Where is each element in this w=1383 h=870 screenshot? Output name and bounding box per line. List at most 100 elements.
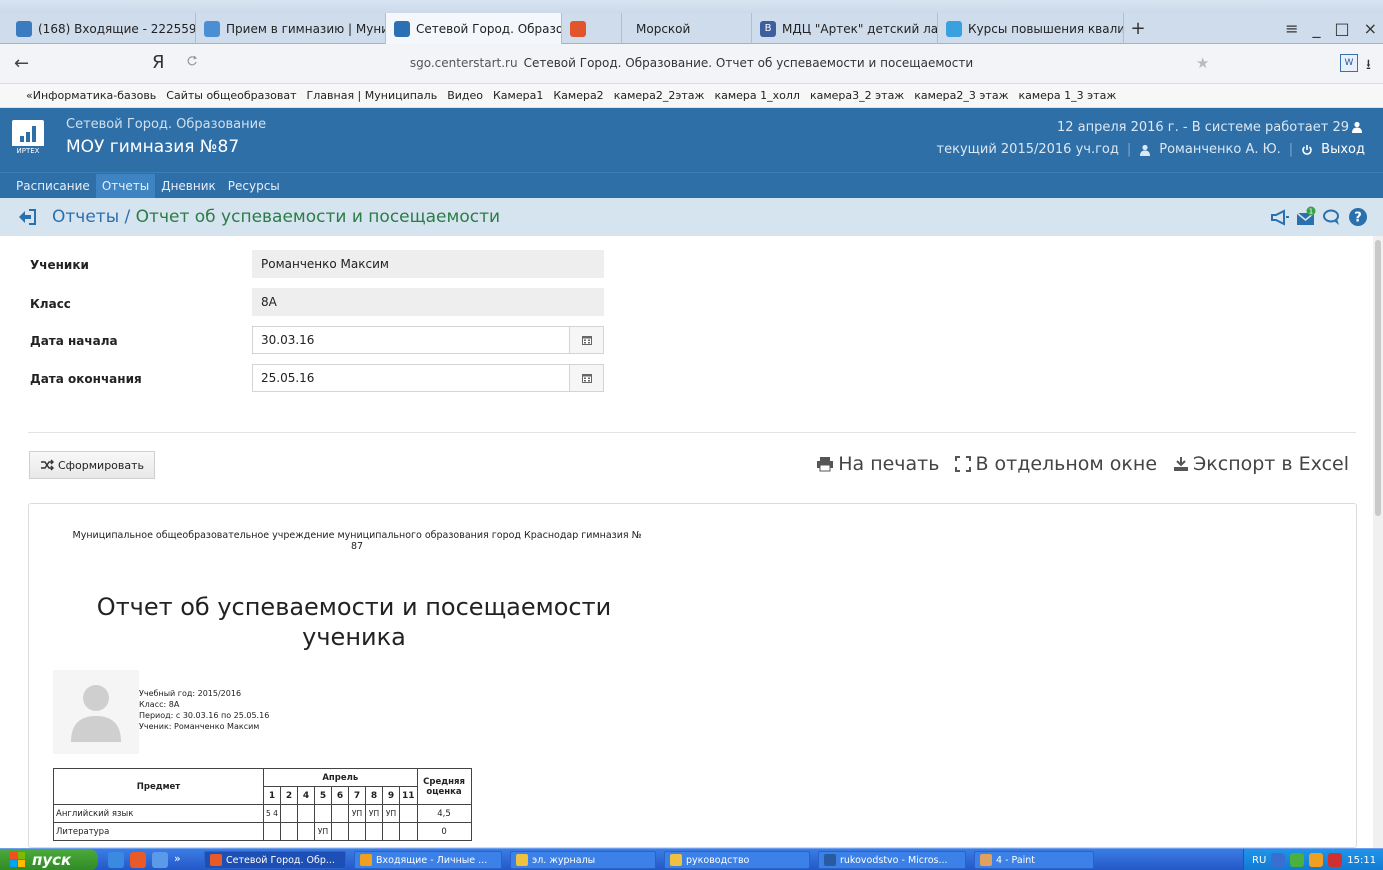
browser-tab-4[interactable]: Морской [622, 13, 752, 44]
end-date-label: Дата окончания [30, 372, 142, 386]
online-users-icon[interactable] [1351, 121, 1363, 133]
taskbar-item-2[interactable]: эл. журналы [510, 851, 656, 869]
print-link[interactable]: На печать [816, 453, 939, 475]
irtech-logo[interactable]: ИРТЕХ [12, 120, 44, 156]
tray-network-icon[interactable] [1290, 853, 1305, 867]
breadcrumb-parent[interactable]: Отчеты [52, 207, 119, 227]
day-header: 8 [365, 786, 383, 805]
url-field[interactable]: sgo.centerstart.ru Сетевой Город. Образов… [0, 56, 1383, 70]
logo-label: ИРТЕХ [12, 146, 44, 156]
language-indicator[interactable]: RU [1252, 855, 1266, 866]
browser-tab-2[interactable]: Сетевой Город. Образо× [386, 13, 562, 44]
grade-cell [263, 822, 281, 841]
back-arrow-icon[interactable] [16, 207, 38, 227]
scrollbar-thumb[interactable] [1375, 240, 1381, 516]
students-label: Ученики [30, 258, 89, 272]
table-row: Литература УП 0 [53, 822, 472, 841]
start-calendar-button[interactable] [569, 327, 603, 353]
day-header: 11 [399, 786, 418, 805]
taskbar-app-icon [980, 854, 992, 866]
breadcrumb-current: Отчет об успеваемости и посещаемости [135, 207, 501, 227]
form-divider [28, 432, 1356, 433]
school-year[interactable]: текущий 2015/2016 уч.год [937, 142, 1119, 157]
bookmark-item[interactable]: Видео [447, 89, 483, 102]
export-icon [1174, 457, 1189, 471]
grade-cell: УП [348, 804, 366, 823]
menu-icon[interactable]: ≡ [1285, 19, 1298, 38]
mail-icon[interactable]: 1 [1295, 206, 1317, 228]
browser-tab-0[interactable]: (168) Входящие - 2225598 [8, 13, 196, 44]
taskbar-item-1[interactable]: Входящие - Личные ... [354, 851, 502, 869]
grade-cell [348, 822, 366, 841]
nav-item-3[interactable]: Ресурсы [222, 174, 286, 198]
end-date-field[interactable]: 25.05.16 [252, 364, 604, 392]
start-button[interactable]: пуск [0, 849, 98, 870]
tab-favicon-icon [16, 20, 32, 37]
minimize-button[interactable]: _ [1312, 19, 1320, 38]
start-date-field[interactable]: 30.03.16 [252, 326, 604, 354]
bookmark-item[interactable]: «Информатика-базовь [26, 89, 156, 102]
bookmark-item[interactable]: Камера1 [493, 89, 543, 102]
word-extension-icon[interactable]: W [1340, 54, 1358, 72]
browser-tab-6[interactable]: Курсы повышения квалифи [938, 13, 1124, 44]
day-header: 2 [280, 786, 298, 805]
end-calendar-button[interactable] [569, 365, 603, 391]
excel-export-link[interactable]: Экспорт в Excel [1173, 453, 1349, 475]
nav-item-1[interactable]: Отчеты [95, 173, 156, 198]
bookmark-item[interactable]: камера3_2 этаж [810, 89, 904, 102]
taskbar-app-icon [516, 854, 528, 866]
quick-launch-more[interactable]: » [174, 852, 181, 868]
breadcrumb-bar: Отчеты / Отчет об успеваемости и посещае… [0, 198, 1383, 236]
subject-header: Предмет [53, 768, 264, 805]
nav-item-2[interactable]: Дневник [155, 174, 222, 198]
class-field[interactable]: 8А [252, 288, 604, 316]
taskbar-item-3[interactable]: руководство [664, 851, 810, 869]
bookmark-item[interactable]: камера2_3 этаж [914, 89, 1008, 102]
bookmark-item[interactable]: камера 1_3 этаж [1018, 89, 1116, 102]
open-window-link[interactable]: В отдельном окне [955, 453, 1157, 475]
grade-cell [297, 804, 315, 823]
page-scrollbar[interactable] [1373, 236, 1383, 848]
download-icon[interactable]: ⭳ [1366, 54, 1371, 78]
bookmark-item[interactable]: Главная | Муниципаль [307, 89, 438, 102]
chat-icon[interactable] [1321, 206, 1343, 228]
close-button[interactable]: × [1364, 19, 1377, 38]
taskbar-item-0[interactable]: Сетевой Город. Обр... [204, 851, 346, 869]
generate-button[interactable]: Сформировать [29, 451, 155, 479]
ie-icon[interactable] [108, 852, 124, 868]
browser-tab-5[interactable]: BМДЦ "Артек" детский лагер [752, 13, 938, 44]
tab-favicon-icon [946, 20, 962, 37]
megaphone-icon[interactable] [1269, 206, 1291, 228]
help-icon[interactable]: ? [1347, 206, 1369, 228]
bookmark-item[interactable]: камера 1_холл [714, 89, 799, 102]
new-tab-button[interactable]: + [1124, 13, 1152, 44]
calendar-icon [581, 374, 592, 383]
bookmark-item[interactable]: Камера2 [553, 89, 603, 102]
url-title: Сетевой Город. Образование. Отчет об усп… [523, 56, 974, 70]
tab-favicon-icon: B [760, 20, 776, 37]
logout-link[interactable]: Выход [1321, 142, 1365, 157]
maximize-button[interactable]: □ [1334, 19, 1349, 38]
tray-antivirus-icon[interactable] [1328, 853, 1343, 867]
month-header: Апрель [263, 768, 418, 787]
bookmark-item[interactable]: Сайты общеобразоват [166, 89, 296, 102]
subject-cell: Литература [53, 822, 264, 841]
nav-item-0[interactable]: Расписание [10, 174, 96, 198]
taskbar-item-5[interactable]: 4 - Paint [974, 851, 1094, 869]
students-field[interactable]: Романченко Максим [252, 250, 604, 278]
browser-tab-1[interactable]: Прием в гимназию | Муниц [196, 13, 386, 44]
desktop-icon[interactable] [152, 852, 168, 868]
browser-tab-3[interactable] [562, 13, 622, 44]
breadcrumb-icons: 1 ? [1269, 206, 1369, 228]
system-tray: RU 15:11 [1243, 849, 1383, 870]
taskbar-app-icon [670, 854, 682, 866]
bookmark-star-icon[interactable]: ★ [1196, 54, 1209, 72]
tray-volume-icon[interactable] [1271, 853, 1286, 867]
average-cell: 4,5 [416, 804, 472, 823]
tray-app-icon[interactable] [1309, 853, 1324, 867]
report-organization: Муниципальное общеобразовательное учрежд… [72, 530, 642, 552]
bookmark-item[interactable]: камера2_2этаж [614, 89, 705, 102]
taskbar-item-4[interactable]: rukovodstvo - Micros... [818, 851, 966, 869]
user-name[interactable]: Романченко А. Ю. [1159, 142, 1281, 157]
browser-icon[interactable] [130, 852, 146, 868]
